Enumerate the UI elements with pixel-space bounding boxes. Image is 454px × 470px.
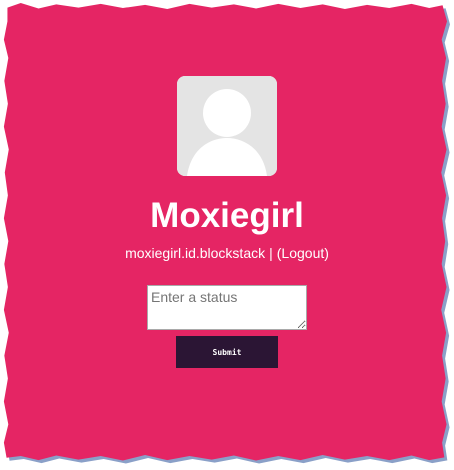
default-user-avatar-icon bbox=[177, 76, 277, 176]
profile-name: Moxiegirl bbox=[150, 196, 304, 235]
identity-separator: | bbox=[269, 245, 273, 261]
identity-line: moxiegirl.id.blockstack | (Logout) bbox=[125, 245, 329, 261]
logout-link[interactable]: (Logout) bbox=[277, 245, 329, 261]
avatar bbox=[177, 76, 277, 176]
status-input[interactable] bbox=[147, 285, 307, 330]
blockstack-id: moxiegirl.id.blockstack bbox=[125, 245, 266, 261]
profile-content: Moxiegirl moxiegirl.id.blockstack | (Logou… bbox=[0, 0, 454, 470]
page: Moxiegirl moxiegirl.id.blockstack | (Logou… bbox=[0, 0, 454, 470]
submit-button[interactable]: Submit bbox=[176, 336, 278, 368]
